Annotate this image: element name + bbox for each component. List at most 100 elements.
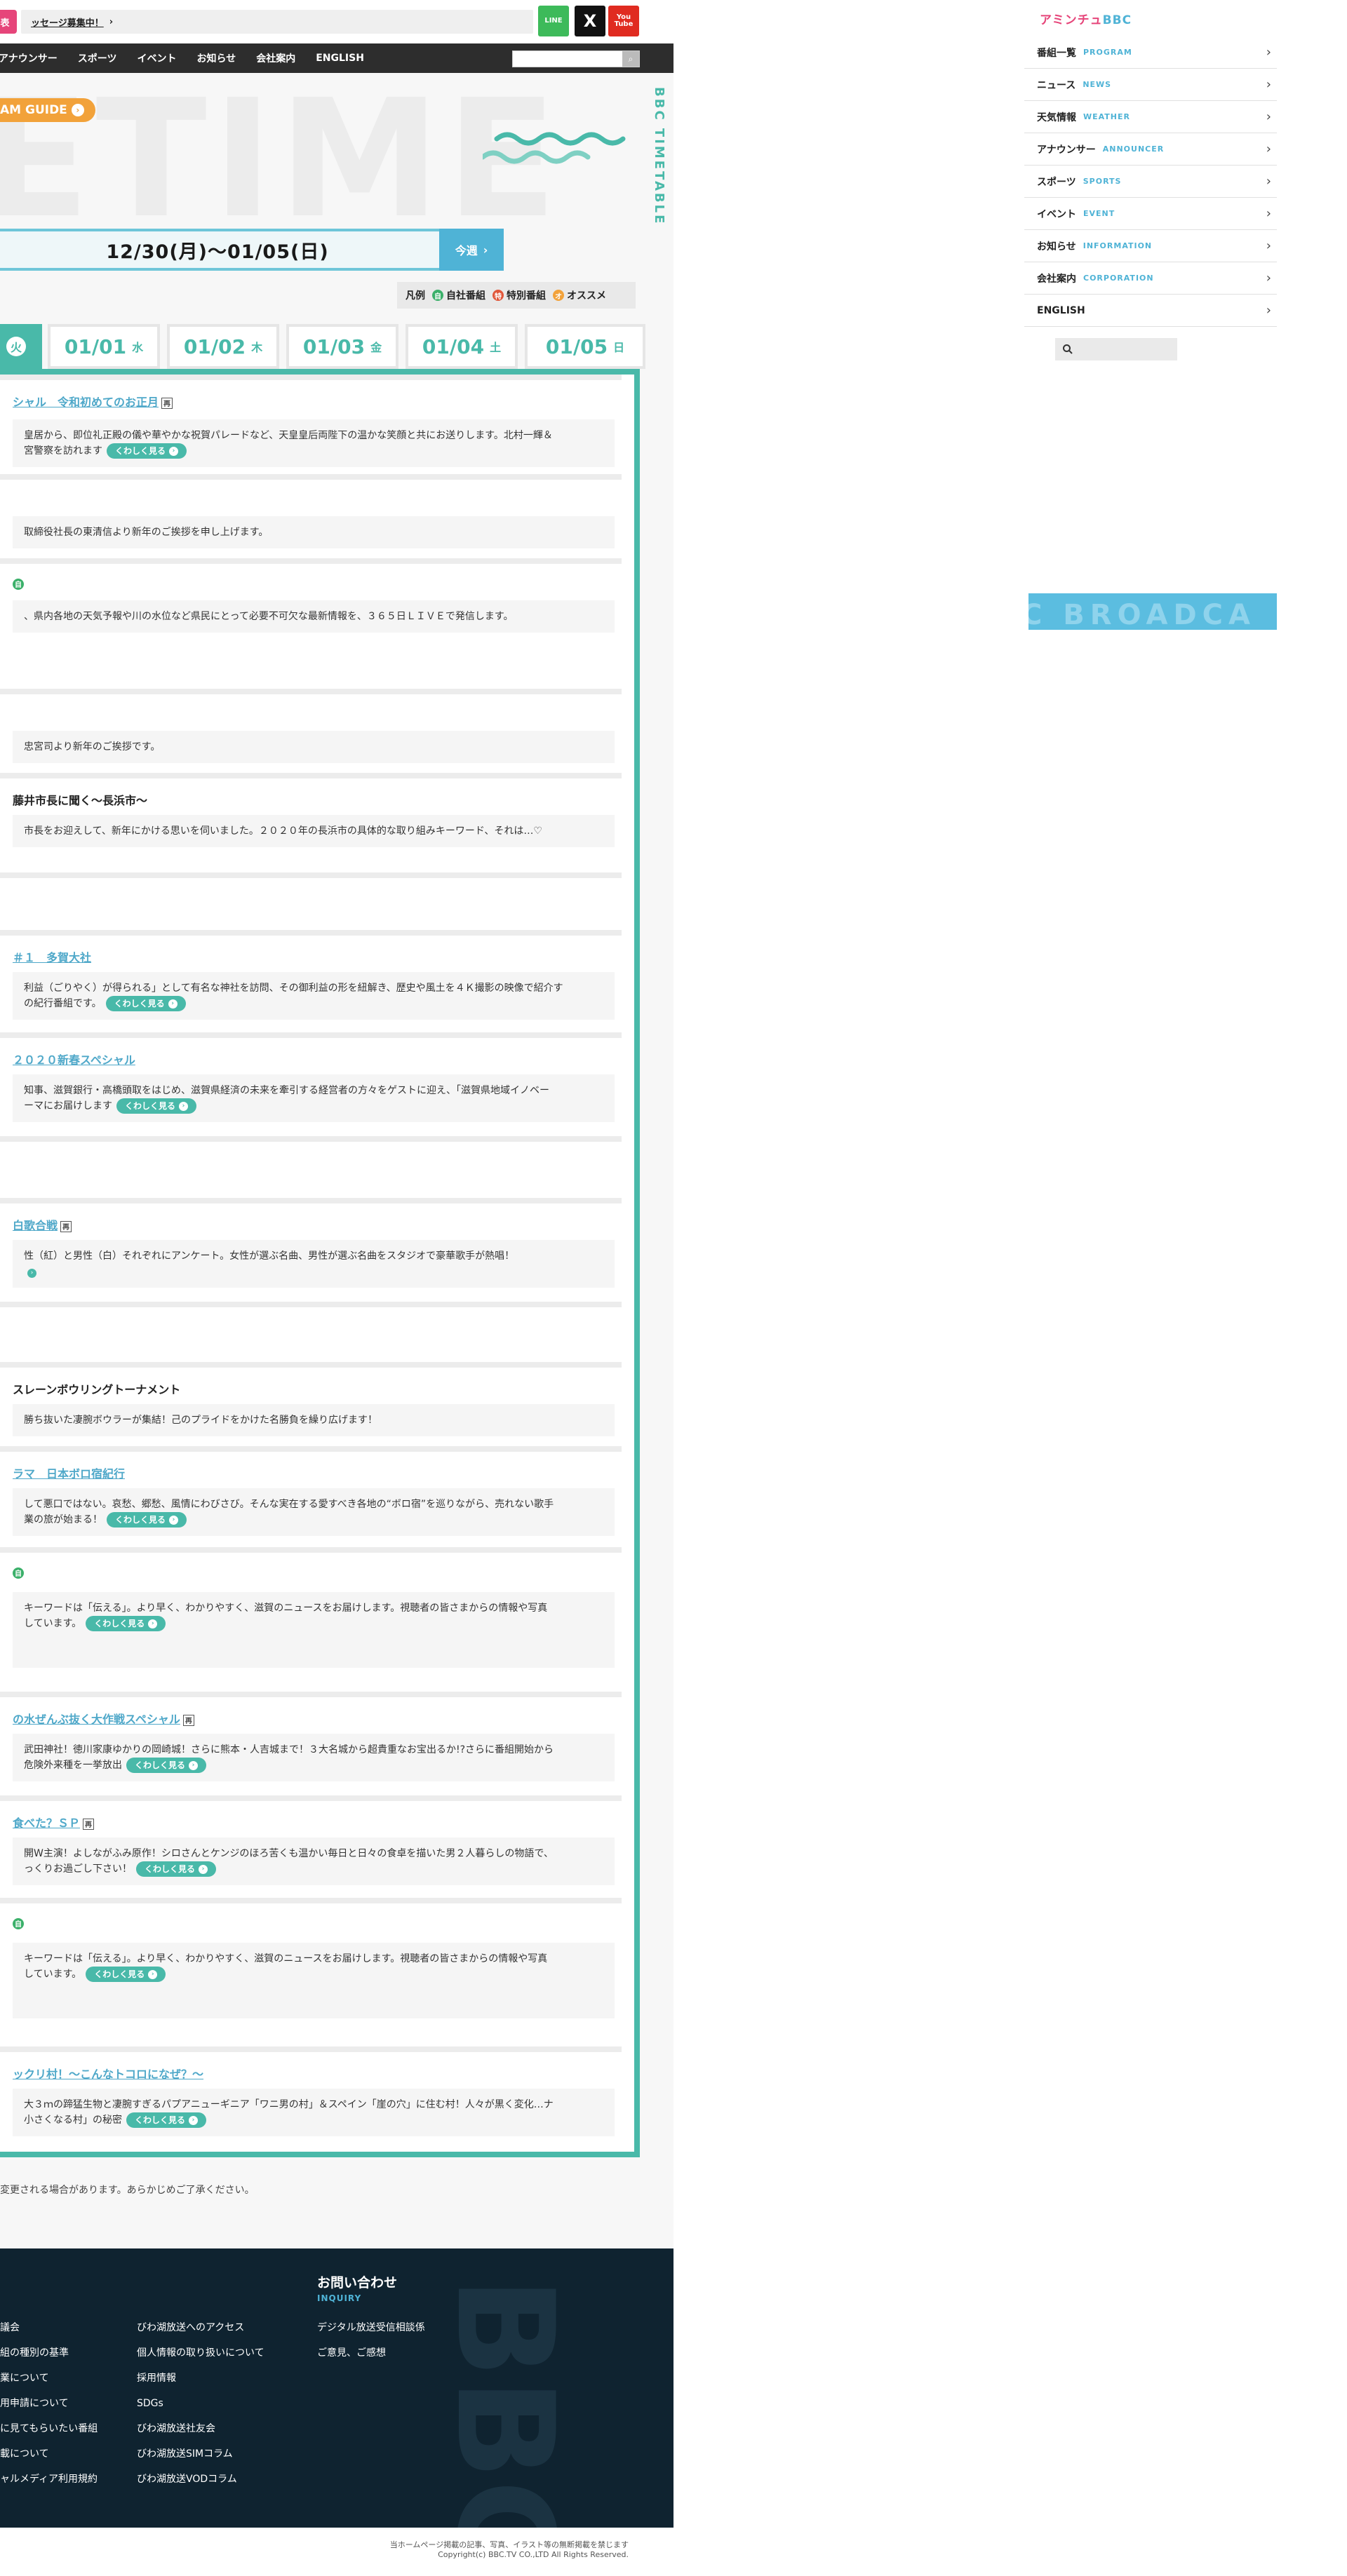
chevron-right-icon: ›	[483, 243, 488, 257]
footer-link[interactable]: 個人情報の取り扱いについて	[137, 2345, 264, 2371]
program-item-empty	[0, 872, 622, 930]
program-description: 皇居から、即位礼正殿の儀や華やかな祝賀パレードなど、天皇皇后両陛下の温かな笑顔と…	[13, 419, 615, 467]
tab-day-2[interactable]: 01/02 木	[167, 324, 279, 369]
program-desc-line: 性（紅）と男性（白）それぞれにアンケート。女性が選ぶ名曲、男性が選ぶ名曲をスタジ…	[24, 1250, 515, 1262]
footer-col-2: びわ湖放送へのアクセス 個人情報の取り扱いについて 採用情報 SDGs びわ湖放…	[137, 2320, 264, 2497]
legend-item-special: 特 特別番組	[492, 288, 546, 302]
footer-link[interactable]: SDGs	[137, 2396, 264, 2421]
menu-item-program[interactable]: 番組一覧 PROGRAM ›	[1024, 36, 1277, 69]
footer-link[interactable]: 議会	[0, 2320, 98, 2345]
program-desc-line: 取締役社長の東清信より新年のご挨拶を申し上げます。	[24, 527, 269, 538]
this-week-label: 今週	[455, 244, 478, 257]
more-label: くわしく見る	[115, 1515, 166, 1525]
more-button[interactable]: くわしく見る ›	[136, 1861, 217, 1877]
nav-item-english[interactable]: ENGLISH	[316, 53, 364, 64]
program-guide-label: AM GUIDE	[0, 103, 67, 117]
footer-link[interactable]: びわ湖放送VODコラム	[137, 2472, 264, 2497]
menu-item-announcer[interactable]: アナウンサー ANNOUNCER ›	[1024, 133, 1277, 166]
more-label: くわしく見る	[115, 446, 166, 456]
footer-link[interactable]: 載について	[0, 2446, 98, 2472]
tab-day-date: 01/01	[64, 335, 127, 358]
nav-item-event[interactable]: イベント	[137, 51, 176, 65]
menu-item-sports[interactable]: スポーツ SPORTS ›	[1024, 166, 1277, 198]
more-button[interactable]: くわしく見る ›	[126, 2112, 207, 2128]
program-title-link[interactable]: の水ぜんぶ抜く大作戦スペシャル再	[13, 1710, 194, 1727]
tab-day-5[interactable]: 01/05 日	[525, 324, 645, 369]
tab-day-dow: 土	[490, 341, 502, 354]
footer-link[interactable]: びわ湖放送へのアクセス	[137, 2320, 264, 2345]
search-icon[interactable]: ⌕	[622, 51, 639, 67]
more-label: くわしく見る	[94, 1969, 145, 1979]
menu-label: お知らせ	[1037, 241, 1076, 252]
chevron-right-icon: ›	[169, 446, 179, 456]
tab-day-0[interactable]: 火	[0, 324, 42, 369]
notice-bar[interactable]: ッセージ募集中！ ›	[21, 10, 533, 34]
menu-item-weather[interactable]: 天気情報 WEATHER ›	[1024, 101, 1277, 133]
footer-link[interactable]: びわ湖放送社友会	[137, 2421, 264, 2446]
footer-link[interactable]: 組の種別の基準	[0, 2345, 98, 2371]
program-title-link[interactable]: 白歌合戦再	[13, 1216, 72, 1233]
footer-link[interactable]: デジタル放送受信相談係	[317, 2320, 425, 2345]
legend: 凡例 自 自社番組 特 特別番組 オ オススメ	[397, 282, 636, 309]
side-banner[interactable]: C BROADCA	[1028, 593, 1277, 630]
menu-item-english[interactable]: ENGLISH ›	[1024, 295, 1277, 327]
tab-day-1[interactable]: 01/01 水	[48, 324, 160, 369]
more-button[interactable]: くわしく見る ›	[126, 1758, 207, 1773]
chevron-right-icon: ›	[199, 1864, 208, 1874]
program-title-link[interactable]: 食べた？ＳＰ 再	[13, 1814, 95, 1830]
tab-day-4[interactable]: 01/04 土	[406, 324, 518, 369]
program-title-link[interactable]: ２０２０新春スペシャル	[13, 1051, 135, 1067]
program-title: の水ぜんぶ抜く大作戦スペシャル	[13, 1713, 180, 1726]
program-title-link[interactable]: ラマ 日本ボロ宿紀行	[13, 1464, 125, 1481]
footer-link[interactable]: 採用情報	[137, 2371, 264, 2396]
footer-link[interactable]: ご意見、ご感想	[317, 2345, 425, 2371]
program-title: シャル 令和初めてのお正月	[13, 396, 159, 409]
line-button[interactable]: LINE	[538, 6, 569, 36]
wave-decoration-icon	[483, 132, 626, 164]
menu-sublabel: NEWS	[1083, 80, 1112, 89]
menu-item-event[interactable]: イベント EVENT ›	[1024, 198, 1277, 230]
menu-item-news[interactable]: ニュース NEWS ›	[1024, 69, 1277, 101]
tab-day-3[interactable]: 01/03 金	[286, 324, 398, 369]
program-title-link[interactable]: ックリ村！～こんなトコロになぜ？～	[13, 2065, 203, 2082]
more-button[interactable]: くわしく見る ›	[107, 1512, 187, 1528]
inquiry-subtitle: INQUIRY	[317, 2293, 362, 2303]
footer-link[interactable]: ャルメディア利用規約	[0, 2472, 98, 2497]
tab-day-dow: 金	[370, 341, 382, 354]
menu-label: 天気情報	[1037, 112, 1076, 123]
more-button[interactable]: くわしく見る ›	[86, 1967, 166, 1982]
more-button[interactable]: くわしく見る ›	[105, 996, 186, 1011]
more-button[interactable]: くわしく見る ›	[107, 443, 187, 459]
nav-item-announcer[interactable]: アナウンサー	[0, 51, 58, 65]
footer-link[interactable]: 用申請について	[0, 2396, 98, 2421]
x-button[interactable]: X	[575, 6, 605, 36]
more-button[interactable]: くわしく見る ›	[116, 1098, 197, 1114]
footer-link[interactable]: に見てもらいたい番組	[0, 2421, 98, 2446]
menu-item-corporation[interactable]: 会社案内 CORPORATION ›	[1024, 262, 1277, 295]
rerun-tag-icon: 再	[182, 1714, 194, 1726]
more-button[interactable]: くわしく見る ›	[86, 1616, 166, 1631]
more-button[interactable]: ›	[27, 1268, 36, 1278]
chevron-right-icon: ›	[1266, 142, 1271, 156]
youtube-button[interactable]: You Tube	[608, 6, 639, 36]
menu-item-information[interactable]: お知らせ INFORMATION ›	[1024, 230, 1277, 262]
program-title-link[interactable]: シャル 令和初めてのお正月再	[13, 393, 173, 410]
side-search-input[interactable]	[1055, 338, 1177, 360]
footer-link[interactable]: 業について	[0, 2371, 98, 2396]
nav-item-sports[interactable]: スポーツ	[78, 51, 117, 65]
this-week-button[interactable]: 今週 ›	[439, 229, 504, 271]
program-guide-button[interactable]: AM GUIDE ›	[0, 98, 95, 122]
notice-badge: 表	[0, 10, 17, 34]
notice-link[interactable]: ッセージ募集中！	[31, 15, 104, 29]
footer-link[interactable]: びわ湖放送SIMコラム	[137, 2446, 264, 2472]
site-logo[interactable]: アミンチュBBC	[1040, 10, 1132, 27]
program-desc-line: して悪口ではない。哀愁、郷愁、風情にわびさび。そんな実在する愛すべき各地の“ボロ…	[24, 1499, 554, 1510]
nav-item-info[interactable]: お知らせ	[196, 51, 236, 65]
tab-day-dow: 木	[251, 341, 263, 354]
program-title-link[interactable]: ＃１ 多賀大社	[13, 948, 91, 965]
program-description: 大３ｍの蹄猛生物と凄腕すぎるパプアニューギニア「ワニ男の村」＆スペイン「崖の穴」…	[13, 2089, 615, 2136]
program-item: ＃１ 多賀大社 利益（ごりやく）が得られる」として有名な神社を訪問、その御利益の…	[0, 930, 622, 1032]
tab-day-dow: 火	[6, 337, 26, 356]
nav-item-corporation[interactable]: 会社案内	[256, 51, 295, 65]
nav-search-input[interactable]: ⌕	[512, 50, 640, 67]
